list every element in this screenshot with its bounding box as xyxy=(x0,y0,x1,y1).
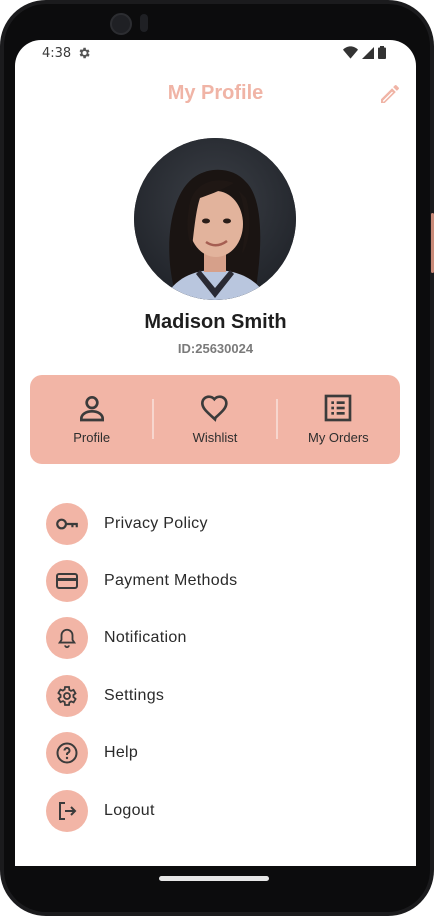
logout-icon xyxy=(59,801,77,820)
quick-action-label: My Orders xyxy=(307,430,369,445)
quick-action-profile[interactable]: Profile xyxy=(30,375,153,464)
key-icon xyxy=(56,518,78,530)
menu-item-settings[interactable]: Settings xyxy=(46,667,396,724)
avatar xyxy=(134,138,296,300)
menu-item-label: Notification xyxy=(104,629,187,647)
status-bar: 4:38 xyxy=(15,40,416,68)
status-time: 4:38 xyxy=(42,46,72,61)
profile-photo xyxy=(134,138,296,300)
menu-item-logout[interactable]: Logout xyxy=(46,782,396,839)
credit-card-icon xyxy=(56,573,78,590)
gear-icon xyxy=(57,685,77,706)
settings-icon xyxy=(79,47,90,59)
camera-sensor xyxy=(140,14,148,32)
person-icon xyxy=(79,396,104,422)
status-icons xyxy=(343,46,386,59)
menu-item-notification[interactable]: Notification xyxy=(46,610,396,667)
help-circle-icon xyxy=(56,742,78,764)
screen: 4:38 My Profile Madison Smith ID:2563002… xyxy=(15,40,416,866)
menu-item-label: Privacy Policy xyxy=(104,514,208,532)
pencil-icon[interactable] xyxy=(378,82,402,106)
menu-icon-circle xyxy=(46,732,88,775)
heart-icon xyxy=(200,395,228,422)
settings-menu: Privacy Policy Payment Methods Notificat… xyxy=(46,495,396,839)
menu-icon-circle xyxy=(46,674,88,717)
menu-icon-circle xyxy=(46,560,88,603)
user-name: Madison Smith xyxy=(144,311,287,333)
quick-action-label: Profile xyxy=(73,430,111,445)
menu-icon-circle xyxy=(46,502,88,545)
menu-item-help[interactable]: Help xyxy=(46,725,396,782)
menu-item-label: Payment Methods xyxy=(104,572,238,590)
menu-icon-circle xyxy=(46,617,88,660)
menu-item-label: Help xyxy=(104,744,139,762)
quick-action-label: Wishlist xyxy=(192,430,238,445)
menu-item-label: Logout xyxy=(104,801,155,819)
battery-icon xyxy=(378,46,386,59)
quick-action-wishlist[interactable]: Wishlist xyxy=(152,375,276,464)
menu-icon-circle xyxy=(46,789,88,832)
phone-frame: 4:38 My Profile Madison Smith ID:2563002… xyxy=(0,0,434,916)
menu-item-label: Settings xyxy=(104,686,165,704)
bell-icon xyxy=(57,629,77,649)
divider xyxy=(275,399,278,439)
signal-icon xyxy=(362,46,374,59)
home-indicator[interactable] xyxy=(159,876,269,881)
wifi-icon xyxy=(343,46,358,59)
page-title: My Profile xyxy=(167,82,264,104)
quick-actions-card: Profile Wishlist My Orders xyxy=(30,375,400,464)
app-bar: My Profile xyxy=(15,76,416,116)
list-icon xyxy=(324,394,352,422)
menu-item-privacy-policy[interactable]: Privacy Policy xyxy=(46,495,396,552)
menu-item-payment-methods[interactable]: Payment Methods xyxy=(46,552,396,609)
front-camera xyxy=(110,13,132,35)
user-id: ID:25630024 xyxy=(177,341,254,356)
quick-action-my-orders[interactable]: My Orders xyxy=(275,375,400,464)
divider xyxy=(152,399,155,439)
